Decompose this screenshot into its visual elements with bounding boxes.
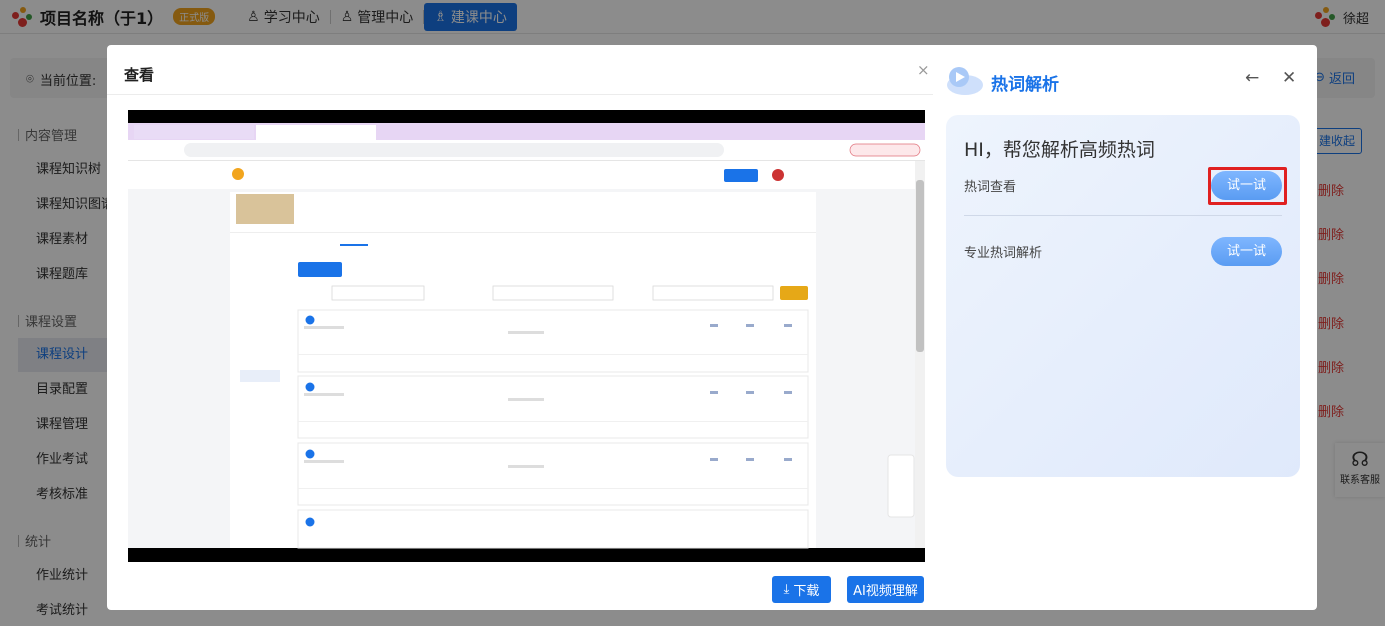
back-arrow-icon[interactable]: ← xyxy=(1245,68,1259,88)
professional-hotword-row: 专业热词解析 试一试 xyxy=(964,237,1282,266)
greeting-text: HI，帮您解析高频热词 xyxy=(964,139,1155,161)
video-frame xyxy=(128,110,925,562)
modal-title: 查看 xyxy=(124,66,155,84)
view-modal: 查看 × ⤓ 下载 AI视频理解 热词解析 ← ✕ HI，帮您解析高频热词 热词… xyxy=(107,45,1317,610)
close-icon[interactable]: ✕ xyxy=(1282,68,1296,88)
row-label: 热词查看 xyxy=(964,180,1017,195)
try-button-professional-hotword[interactable]: 试一试 xyxy=(1211,237,1282,266)
download-button[interactable]: ⤓ 下载 xyxy=(772,576,831,603)
download-icon: ⤓ xyxy=(783,582,790,597)
row-divider xyxy=(964,215,1282,216)
video-player[interactable] xyxy=(128,110,925,562)
ai-video-understanding-button[interactable]: AI视频理解 xyxy=(847,576,924,603)
row-label: 专业热词解析 xyxy=(964,246,1043,261)
panel-title: 热词解析 xyxy=(991,75,1059,95)
video-cloud-icon xyxy=(947,67,983,95)
hotword-card: HI，帮您解析高频热词 热词查看 试一试 专业热词解析 试一试 xyxy=(946,115,1300,477)
hotword-panel: 热词解析 ← ✕ HI，帮您解析高频热词 热词查看 试一试 专业热词解析 试一试 xyxy=(945,45,1317,610)
modal-header: 查看 × xyxy=(107,45,933,95)
download-label: 下载 xyxy=(793,584,820,599)
highlight-box xyxy=(1208,167,1287,205)
close-icon[interactable]: × xyxy=(917,61,930,79)
